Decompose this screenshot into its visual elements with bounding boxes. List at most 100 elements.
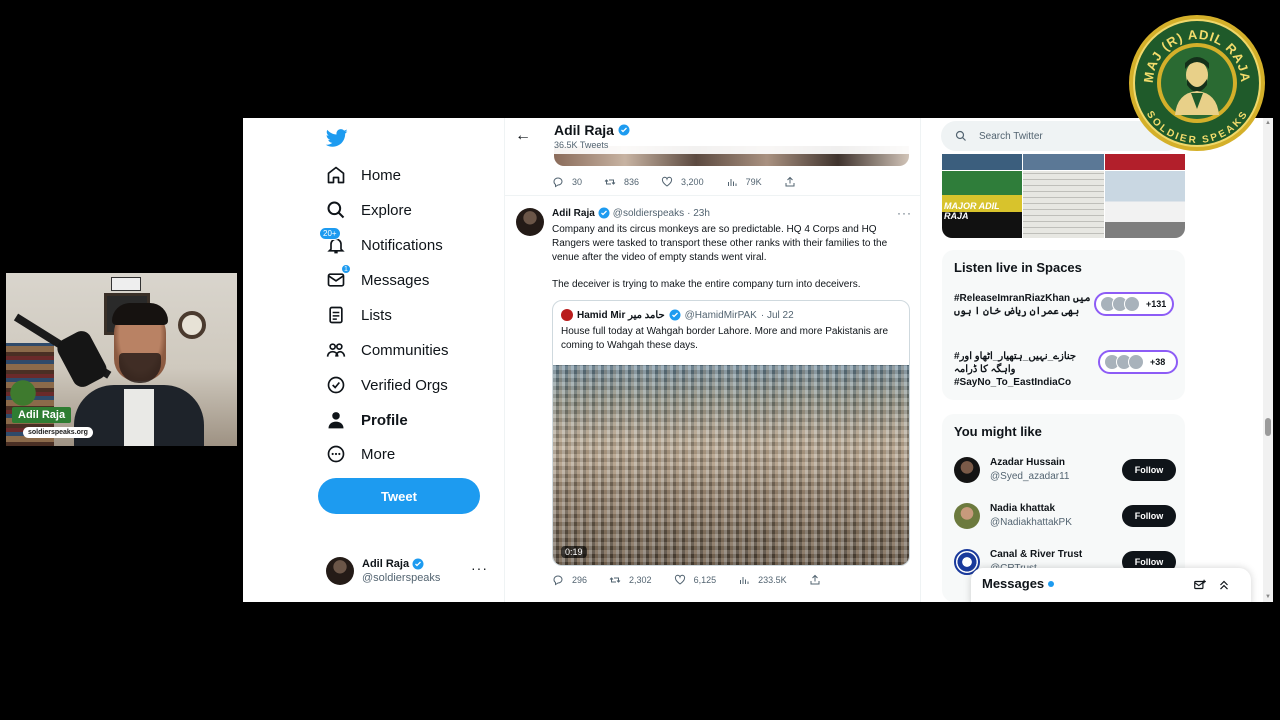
suggested-user-name: Azadar Hussain <box>990 457 1066 468</box>
reply-icon <box>553 575 563 586</box>
nav-messages-label: Messages <box>361 271 430 289</box>
unread-dot <box>1048 580 1055 587</box>
presenter-shirt <box>124 389 154 446</box>
video-player[interactable]: 0:19 <box>553 365 909 565</box>
account-switcher[interactable]: Adil Raja @soldierspeaks ··· <box>326 554 496 588</box>
retweet-icon <box>609 577 621 583</box>
retweet-count: 836 <box>624 177 640 187</box>
space-title: #جنازے_نہیں_ہتھیار_اٹھاو اور واہگہ کا ڈر… <box>954 351 1077 388</box>
retweet-button[interactable]: 2,302 <box>609 574 652 586</box>
retweet-icon <box>604 179 616 185</box>
tweet-divider <box>505 195 920 196</box>
home-icon <box>325 164 347 186</box>
share-button[interactable] <box>809 574 821 586</box>
wall-clock <box>178 311 206 339</box>
media-thumb[interactable] <box>1104 154 1185 170</box>
verified-check-icon <box>325 374 347 396</box>
scroll-down-icon[interactable]: ▼ <box>1265 594 1271 600</box>
verified-badge-icon <box>598 207 610 219</box>
verified-badge-icon <box>669 309 681 321</box>
new-message-icon[interactable] <box>1193 578 1207 592</box>
reply-icon <box>553 177 563 188</box>
account-name: Adil Raja <box>362 558 410 570</box>
tweet-actions: 296 2,302 6,125 233.5K <box>552 574 843 586</box>
video-duration: 0:19 <box>561 546 587 558</box>
nav-communities[interactable]: Communities <box>325 334 449 366</box>
page-title: Adil Raja <box>554 122 614 138</box>
tweet-author-handle[interactable]: @soldierspeaks <box>613 208 684 219</box>
profile-media-grid[interactable]: MAJOR ADIL RAJA <box>942 154 1185 238</box>
listener-count: +38 <box>1150 357 1166 367</box>
ellipsis-icon[interactable]: ··· <box>471 560 488 576</box>
nav-verified-orgs[interactable]: Verified Orgs <box>325 369 448 401</box>
messages-drawer-title: Messages <box>982 576 1045 591</box>
media-thumb[interactable] <box>942 154 1023 170</box>
media-thumb[interactable]: MAJOR ADIL RAJA <box>942 171 1023 238</box>
list-icon <box>325 304 347 326</box>
messages-badge: 1 <box>341 264 351 274</box>
messages-drawer[interactable]: Messages <box>971 568 1251 602</box>
quoted-tweet-time: · Jul 22 <box>760 309 794 321</box>
quoted-tweet[interactable]: Hamid Mir حامد میر @HamidMirPAK · Jul 22… <box>552 300 910 566</box>
media-caption: MAJOR ADIL RAJA <box>944 201 1000 221</box>
verified-badge-icon <box>618 124 630 136</box>
microphone-icon <box>53 327 111 391</box>
tweet-header: Adil Raja @soldierspeaks · 23h <box>552 207 710 219</box>
search-icon <box>325 199 347 221</box>
nav-lists-label: Lists <box>361 306 392 324</box>
envelope-icon: 1 <box>325 264 351 291</box>
media-thumb[interactable] <box>1023 154 1104 170</box>
like-button[interactable]: 3,200 <box>661 176 704 188</box>
twitter-bird-icon[interactable] <box>325 127 349 149</box>
reply-count: 30 <box>572 177 583 187</box>
chevron-up-double-icon[interactable] <box>1217 578 1231 592</box>
suggested-user[interactable]: Nadia khattak @NadiakhattakPK Follow <box>954 498 1176 534</box>
follow-button[interactable]: Follow <box>1122 459 1176 481</box>
page-scrollbar[interactable]: ▲ ▼ <box>1263 118 1273 602</box>
retweet-button[interactable]: 836 <box>604 176 639 188</box>
views-button[interactable]: 79K <box>726 176 762 188</box>
scrollbar-thumb[interactable] <box>1265 418 1271 436</box>
account-handle: @soldierspeaks <box>362 572 441 584</box>
video-stage: Home Explore 20+ Notifications 1 Message… <box>0 0 1280 720</box>
listener-count: +131 <box>1146 299 1167 309</box>
reply-button[interactable]: 296 <box>552 574 587 586</box>
media-thumb[interactable] <box>1023 171 1104 238</box>
spaces-title: Listen live in Spaces <box>954 260 1082 275</box>
space-item[interactable]: #ReleaseImranRiazKhan میں بھی عمران ریاض… <box>954 292 1094 318</box>
tweet-ellipsis-icon[interactable]: ··· <box>897 206 912 220</box>
back-arrow-icon[interactable]: ← <box>515 127 531 145</box>
media-thumb[interactable] <box>1104 171 1185 238</box>
space-item[interactable]: #جنازے_نہیں_ہتھیار_اٹھاو اور واہگہ کا ڈر… <box>954 350 1094 389</box>
nav-explore[interactable]: Explore <box>325 194 412 226</box>
avatar <box>326 557 354 585</box>
space-listeners-pill[interactable]: +38 <box>1098 350 1178 374</box>
like-count: 6,125 <box>693 575 717 585</box>
views-button[interactable]: 233.5K <box>738 574 787 586</box>
nav-more[interactable]: More <box>325 438 395 470</box>
like-button[interactable]: 6,125 <box>674 574 717 586</box>
nav-verified-orgs-label: Verified Orgs <box>361 376 448 394</box>
nav-home[interactable]: Home <box>325 159 401 191</box>
nav-communities-label: Communities <box>361 341 449 359</box>
webcam-overlay: Adil Raja soldierspeaks.org <box>6 273 237 446</box>
follow-button[interactable]: Follow <box>1122 505 1176 527</box>
listener-avatar <box>1124 296 1140 312</box>
tweet-time[interactable]: · 23h <box>687 208 710 219</box>
tweet-author-avatar[interactable] <box>516 208 544 236</box>
nav-home-label: Home <box>361 166 402 184</box>
tweet-count: 36.5K Tweets <box>554 140 609 150</box>
tweet-button[interactable]: Tweet <box>318 478 480 514</box>
might-like-title: You might like <box>954 424 1042 439</box>
space-listeners-pill[interactable]: +131 <box>1094 292 1174 316</box>
quoted-author-name: Hamid Mir حامد میر <box>577 309 665 321</box>
reply-button[interactable]: 30 <box>552 176 582 188</box>
previous-tweet-actions: 30 836 3,200 79K <box>552 176 818 188</box>
nav-lists[interactable]: Lists <box>325 299 392 331</box>
nav-notifications[interactable]: 20+ Notifications <box>319 227 443 261</box>
nav-messages[interactable]: 1 Messages <box>325 264 429 296</box>
tweet-author-name[interactable]: Adil Raja <box>552 208 595 219</box>
nav-profile[interactable]: Profile <box>325 404 408 436</box>
share-button[interactable] <box>784 176 796 188</box>
suggested-user[interactable]: Azadar Hussain @Syed_azadar11 Follow <box>954 452 1176 488</box>
